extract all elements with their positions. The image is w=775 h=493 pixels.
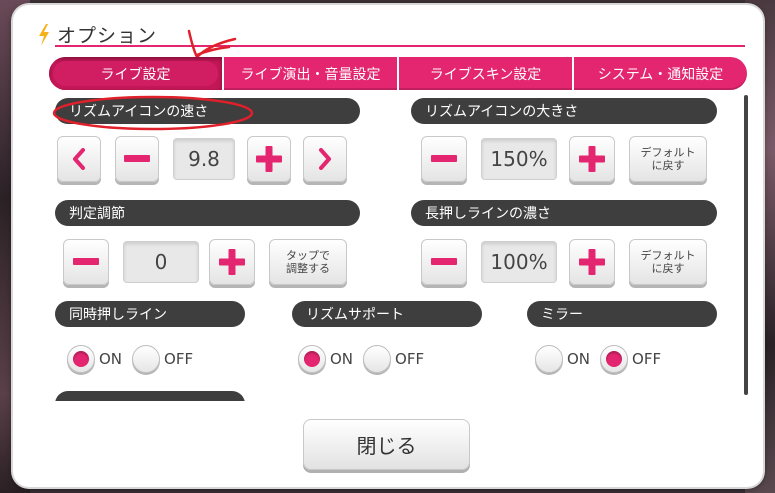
off-label: OFF <box>164 350 194 368</box>
judgement-increase-button[interactable] <box>209 239 255 285</box>
plus-icon <box>256 146 282 172</box>
plus-icon <box>579 249 605 275</box>
scrollbar[interactable] <box>744 95 748 395</box>
on-label: ON <box>330 350 354 368</box>
off-label: OFF <box>395 350 425 368</box>
long-line-decrease-button[interactable] <box>421 239 467 285</box>
long-line-label: 長押しラインの濃さ <box>411 200 717 226</box>
size-decrease-button[interactable] <box>421 136 467 182</box>
speed-decrease-button[interactable] <box>115 136 159 182</box>
size-increase-button[interactable] <box>569 136 615 182</box>
annotation-ellipse <box>52 95 254 131</box>
simul-line-label: 同時押しライン <box>55 301 245 327</box>
judgement-label: 判定調節 <box>55 200 360 226</box>
close-button[interactable]: 閉じる <box>303 419 470 470</box>
speed-decrease-large-button[interactable] <box>57 136 101 182</box>
chevron-left-icon <box>73 148 85 170</box>
judgement-decrease-button[interactable] <box>63 239 109 285</box>
minus-icon <box>431 155 457 162</box>
on-label: ON <box>567 350 591 368</box>
minus-icon <box>431 258 457 265</box>
rhythm-support-radio-group: ON OFF <box>298 345 434 373</box>
size-reset-default-button[interactable]: デフォルト に戻す <box>629 136 707 182</box>
rhythm-support-off-radio[interactable] <box>363 345 392 373</box>
off-label: OFF <box>632 350 662 368</box>
mirror-label: ミラー <box>527 301 717 327</box>
on-label: ON <box>99 350 123 368</box>
speed-increase-button[interactable] <box>247 136 291 182</box>
options-dialog: オプション ライブ設定 ライブ演出・音量設定 ライブスキン設定 システム・通知設… <box>13 5 763 487</box>
simul-line-off-radio[interactable] <box>132 345 161 373</box>
rhythm-support-on-radio[interactable] <box>298 345 326 373</box>
long-line-reset-default-button[interactable]: デフォルト に戻す <box>629 239 707 285</box>
long-line-increase-button[interactable] <box>569 239 615 285</box>
chevron-right-icon <box>319 148 331 170</box>
plus-icon <box>579 146 605 172</box>
speed-value: 9.8 <box>173 138 235 180</box>
minus-icon <box>124 155 150 162</box>
mirror-radio-group: ON OFF <box>535 345 671 373</box>
long-line-value: 100% <box>481 241 557 283</box>
judgement-value: 0 <box>123 241 199 283</box>
simul-line-on-radio[interactable] <box>67 345 95 373</box>
simul-line-radio-group: ON OFF <box>67 345 203 373</box>
speed-increase-large-button[interactable] <box>303 136 347 182</box>
rhythm-support-label: リズムサポート <box>292 301 482 327</box>
tap-to-adjust-button[interactable]: タップで 調整する <box>269 239 347 285</box>
mirror-on-radio[interactable] <box>535 345 563 373</box>
next-section-label <box>55 391 245 401</box>
next-section-clip <box>55 391 245 401</box>
size-value: 150% <box>481 138 557 180</box>
rhythm-size-label: リズムアイコンの大きさ <box>411 98 717 124</box>
plus-icon <box>219 249 245 275</box>
mirror-off-radio[interactable] <box>600 345 629 373</box>
minus-icon <box>73 258 99 265</box>
